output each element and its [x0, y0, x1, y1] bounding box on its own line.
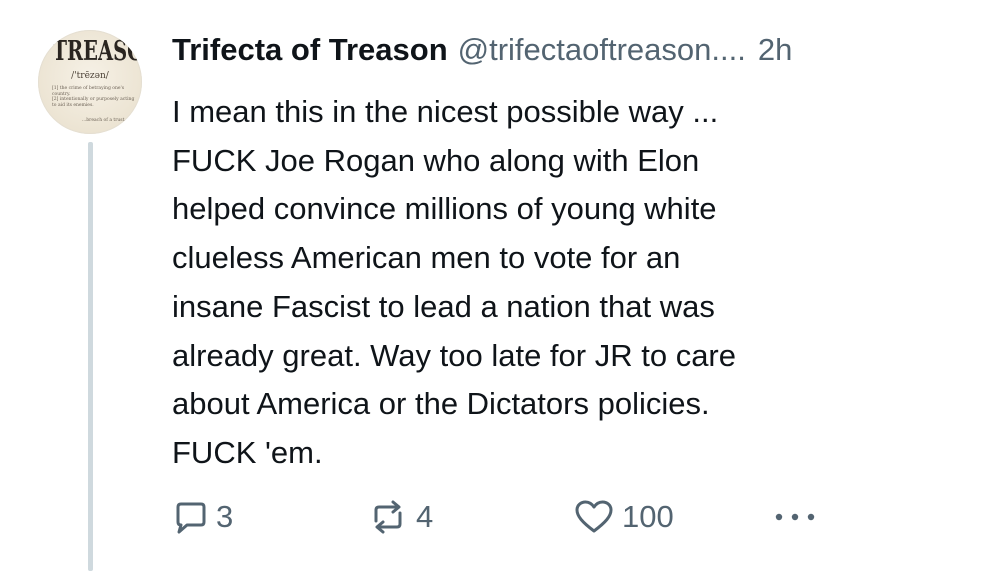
more-options-button[interactable]	[773, 494, 817, 540]
avatar-word: TREASON	[52, 36, 142, 67]
avatar-definition-2: [2] intentionally or purposely acting to…	[52, 97, 135, 108]
heart-icon	[574, 499, 614, 535]
post-header: Trifecta of Treason @trifectaoftreason...…	[172, 28, 792, 72]
reply-button[interactable]: 3	[172, 494, 233, 540]
reply-count: 3	[216, 499, 234, 534]
action-bar: 3 4 100	[0, 494, 1000, 540]
author-handle[interactable]: @trifectaoftreason....	[458, 32, 746, 67]
repost-button[interactable]: 4	[368, 494, 433, 540]
reply-icon	[172, 499, 208, 535]
repost-count: 4	[416, 499, 434, 534]
avatar-pronunciation: /'trēzən/	[71, 71, 109, 81]
like-count: 100	[622, 499, 674, 534]
post-text: I mean this in the nicest possible way .…	[172, 94, 736, 470]
avatar-definition-3: ...breach of a trust...	[82, 118, 129, 123]
post-timestamp[interactable]: 2h	[758, 32, 792, 67]
repost-icon	[368, 499, 408, 535]
post: TREASON /'trēzən/ [1] the crime of betra…	[0, 0, 1000, 571]
avatar[interactable]: TREASON /'trēzən/ [1] the crime of betra…	[38, 30, 142, 134]
like-button[interactable]: 100	[574, 494, 674, 540]
more-icon	[773, 511, 817, 523]
author-display-name[interactable]: Trifecta of Treason	[172, 32, 448, 67]
